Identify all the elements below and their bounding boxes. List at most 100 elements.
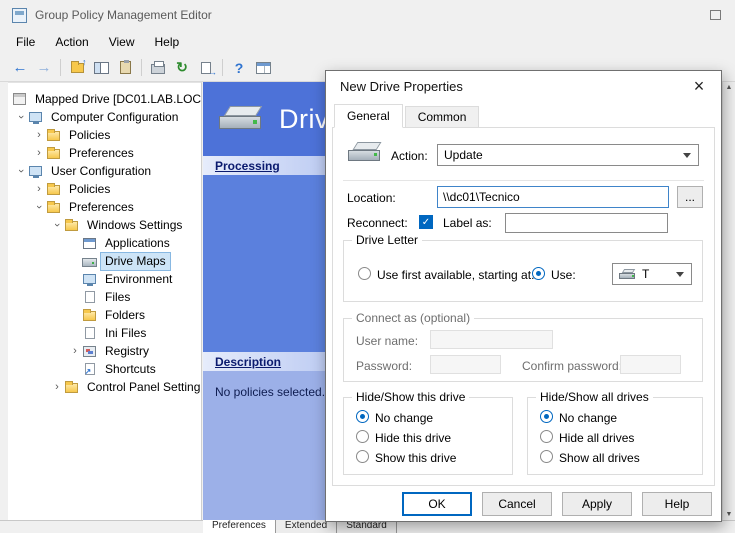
location-input[interactable] <box>437 186 669 208</box>
monitor-icon <box>82 274 97 284</box>
drive-dialog-icon <box>347 140 383 166</box>
browse-button[interactable]: ... <box>677 186 703 208</box>
tree-item-control-panel-settings[interactable]: Control Panel Setting <box>8 378 201 396</box>
refresh-icon[interactable] <box>170 57 194 79</box>
tree-item-user-preferences[interactable]: Preferences <box>8 198 201 216</box>
shortcut-icon <box>82 363 97 375</box>
hide-show-this-drive-group: Hide/Show this drive No change Hide this… <box>343 397 513 475</box>
processing-link[interactable]: Processing <box>215 159 280 173</box>
hide-all-drives-radio[interactable] <box>540 430 553 443</box>
all-no-change-label: No change <box>559 411 617 425</box>
chevron-down-icon[interactable] <box>15 110 27 124</box>
drive-letter-icon <box>619 268 637 281</box>
tree-item-user-configuration[interactable]: User Configuration <box>8 162 201 180</box>
tab-common[interactable]: Common <box>405 106 480 128</box>
label-as-input[interactable] <box>505 213 668 233</box>
back-icon[interactable] <box>8 57 32 79</box>
reconnect-checkbox[interactable] <box>419 215 433 229</box>
chevron-right-icon[interactable] <box>68 345 82 357</box>
confirm-password-label: Confirm password: <box>522 359 622 373</box>
menu-action[interactable]: Action <box>45 32 98 52</box>
chevron-right-icon[interactable] <box>32 183 46 195</box>
help-button[interactable]: Help <box>642 492 712 516</box>
tree-item-policies[interactable]: Policies <box>8 126 201 144</box>
tree-item-folders[interactable]: Folders <box>8 306 201 324</box>
chevron-right-icon[interactable] <box>32 129 46 141</box>
file-icon <box>82 327 97 339</box>
drive-letter-legend: Drive Letter <box>352 233 422 247</box>
tree-item-environment[interactable]: Environment <box>8 270 201 288</box>
use-label: Use: <box>551 268 576 282</box>
this-no-change-radio[interactable] <box>356 410 369 423</box>
tree-item-files[interactable]: Files <box>8 288 201 306</box>
tab-preferences[interactable]: Preferences <box>203 520 276 533</box>
all-no-change-radio[interactable] <box>540 410 553 423</box>
help-icon[interactable] <box>227 57 251 79</box>
chevron-down-icon[interactable] <box>33 200 45 214</box>
description-link[interactable]: Description <box>215 355 281 369</box>
chevron-down-icon[interactable] <box>51 218 63 232</box>
show-all-drives-label: Show all drives <box>559 451 640 465</box>
menu-file[interactable]: File <box>6 32 45 52</box>
action-dropdown[interactable]: Update <box>437 144 699 166</box>
chevron-down-icon[interactable] <box>15 164 27 178</box>
drive-icon <box>82 256 97 267</box>
use-first-available-radio[interactable] <box>358 267 371 280</box>
forward-icon[interactable] <box>32 57 56 79</box>
show-all-drives-radio[interactable] <box>540 450 553 463</box>
apply-button[interactable]: Apply <box>562 492 632 516</box>
content-scrollbar[interactable]: ▲▼ <box>722 82 735 520</box>
folder-icon <box>46 201 61 213</box>
general-tab-panel: Action: Update Location: ... Reconnect: … <box>332 127 715 486</box>
location-label: Location: <box>347 191 396 205</box>
chevron-right-icon[interactable] <box>32 147 46 159</box>
up-one-level-icon[interactable] <box>65 57 89 79</box>
use-radio[interactable] <box>532 267 545 280</box>
password-input <box>430 355 501 374</box>
tab-general[interactable]: General <box>334 104 403 128</box>
tree-item-shortcuts[interactable]: Shortcuts <box>8 360 201 378</box>
paste-icon[interactable] <box>113 57 137 79</box>
tree-item-root[interactable]: Mapped Drive [DC01.LAB.LOCA <box>8 90 201 108</box>
tree-item-ini-files[interactable]: Ini Files <box>8 324 201 342</box>
hide-show-all-drives-legend: Hide/Show all drives <box>536 390 653 404</box>
action-value: Update <box>444 148 483 162</box>
dialog-close-icon[interactable] <box>678 72 720 100</box>
menu-view[interactable]: View <box>99 32 145 52</box>
export-list-icon[interactable] <box>194 57 218 79</box>
separator <box>343 180 704 181</box>
chevron-right-icon[interactable] <box>50 381 64 393</box>
computer-icon <box>28 112 43 122</box>
window-titlebar: Group Policy Management Editor <box>0 0 735 30</box>
dialog-title: New Drive Properties <box>340 79 463 94</box>
tree-item-registry[interactable]: Registry <box>8 342 201 360</box>
tree-item-applications[interactable]: Applications <box>8 234 201 252</box>
label-as-label: Label as: <box>443 216 492 230</box>
show-this-drive-radio[interactable] <box>356 450 369 463</box>
confirm-password-input <box>620 355 681 374</box>
tree-item-computer-configuration[interactable]: Computer Configuration <box>8 108 201 126</box>
app-icon <box>12 8 27 23</box>
menu-help[interactable]: Help <box>145 32 190 52</box>
user-name-label: User name: <box>356 334 418 348</box>
connect-as-group: Connect as (optional) User name: Passwor… <box>343 318 703 382</box>
tree-item-user-policies[interactable]: Policies <box>8 180 201 198</box>
use-first-available-label: Use first available, starting at: <box>377 268 534 282</box>
cancel-button[interactable]: Cancel <box>482 492 552 516</box>
connect-as-legend: Connect as (optional) <box>352 311 474 325</box>
hide-this-drive-radio[interactable] <box>356 430 369 443</box>
drive-letter-dropdown[interactable]: T <box>612 263 692 285</box>
show-console-tree-icon[interactable] <box>89 57 113 79</box>
new-drive-properties-dialog: New Drive Properties General Common Acti… <box>325 70 722 522</box>
folder-icon <box>46 147 61 159</box>
tree-item-preferences[interactable]: Preferences <box>8 144 201 162</box>
new-window-icon[interactable] <box>251 57 275 79</box>
tree-item-drive-maps[interactable]: Drive Maps <box>8 252 201 270</box>
print-icon[interactable] <box>146 57 170 79</box>
tree-item-windows-settings[interactable]: Windows Settings <box>8 216 201 234</box>
computer-icon <box>28 166 43 176</box>
chevron-down-icon <box>676 272 684 277</box>
password-label: Password: <box>356 359 412 373</box>
maximize-button[interactable] <box>710 10 721 20</box>
ok-button[interactable]: OK <box>402 492 472 516</box>
